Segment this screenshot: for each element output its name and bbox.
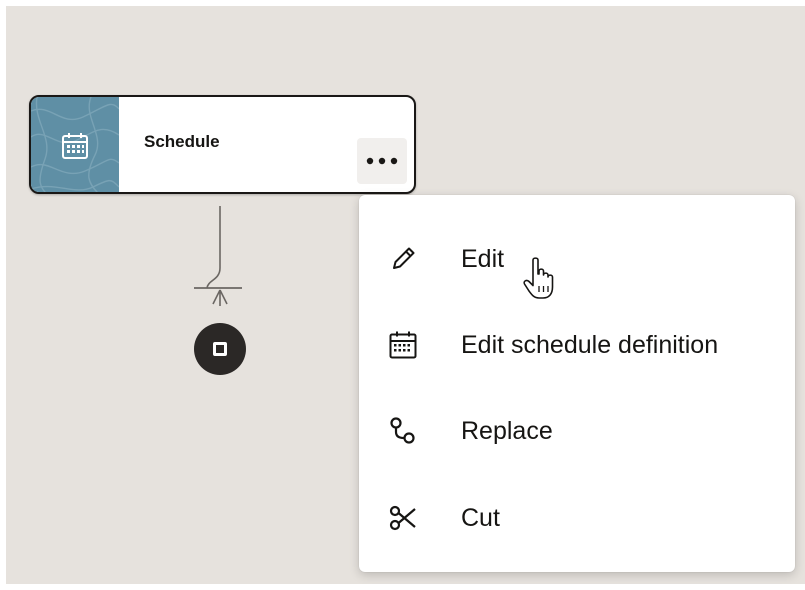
pencil-icon — [387, 243, 419, 275]
menu-item-replace[interactable]: Replace — [359, 391, 795, 471]
stop-icon — [213, 342, 227, 356]
schedule-node[interactable]: Schedule — [29, 95, 416, 194]
calendar-grid-icon — [387, 329, 419, 361]
calendar-icon — [62, 133, 88, 159]
replace-icon — [387, 415, 419, 447]
connector-line — [194, 206, 242, 306]
menu-item-cut[interactable]: Cut — [359, 478, 795, 558]
more-icon — [366, 157, 398, 165]
scissors-icon — [387, 502, 419, 534]
context-menu: Edit Edit schedule definition Replace Cu… — [359, 195, 795, 572]
menu-item-label: Cut — [461, 503, 500, 532]
hand-cursor-icon — [523, 257, 554, 299]
menu-item-label: Edit schedule definition — [461, 330, 719, 359]
menu-item-edit[interactable]: Edit — [359, 219, 795, 299]
menu-item-edit-schedule-definition[interactable]: Edit schedule definition — [359, 305, 795, 385]
more-actions-button[interactable] — [357, 138, 407, 184]
node-title: Schedule — [144, 132, 220, 151]
menu-item-label: Edit — [461, 244, 505, 273]
end-node[interactable] — [194, 323, 246, 375]
node-icon-tile — [31, 97, 119, 192]
flow-canvas[interactable]: Schedule Edit Edit schedule definition R… — [6, 6, 805, 584]
menu-item-label: Replace — [461, 416, 553, 445]
